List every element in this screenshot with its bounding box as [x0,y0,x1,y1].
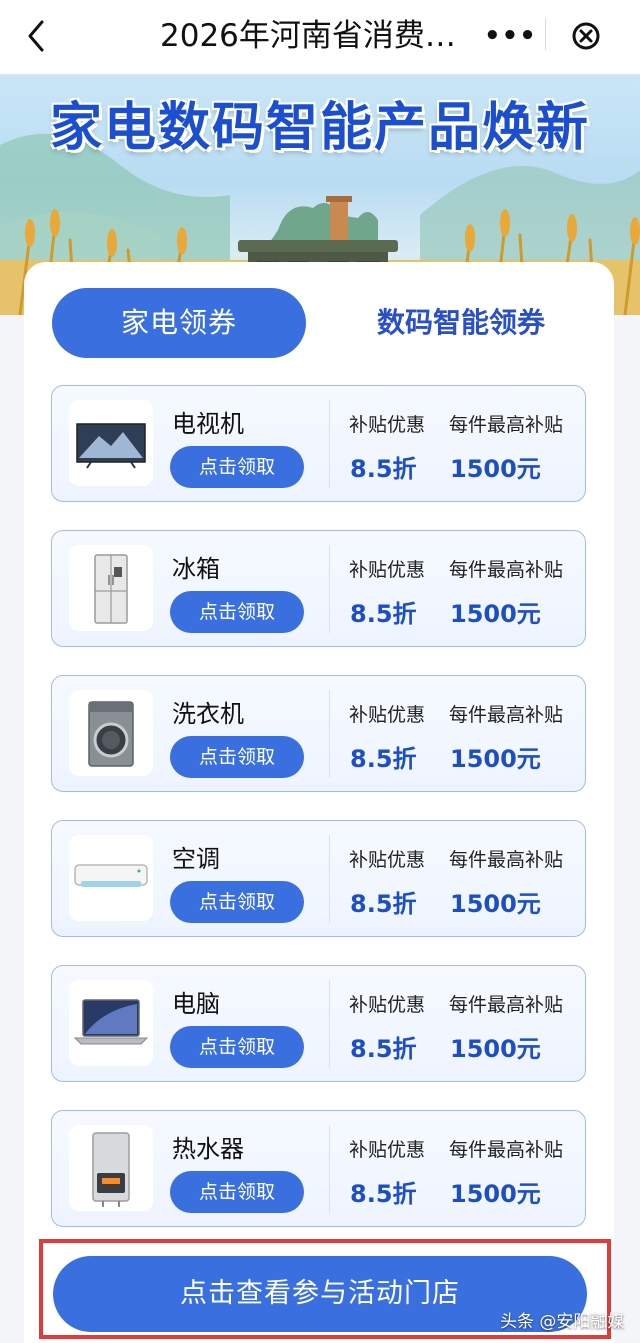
claim-button[interactable]: 点击领取 [170,881,304,923]
nav-divider [545,18,546,50]
product-item-fridge: 冰箱 点击领取 补贴优惠 每件最高补贴 8.5折 1500元 [51,530,586,647]
max-subsidy-label: 每件最高补贴 [449,559,564,581]
max-subsidy-label: 每件最高补贴 [449,704,564,726]
discount-value: 8.5折 [350,1035,417,1063]
claim-button[interactable]: 点击领取 [170,736,304,778]
discount-value: 8.5折 [350,600,417,628]
discount-label: 补贴优惠 [349,704,426,726]
claim-button[interactable]: 点击领取 [170,591,304,633]
max-subsidy-value: 1500元 [450,1035,541,1063]
max-subsidy-label: 每件最高补贴 [449,849,564,871]
watermark: 头条 @安阳融媒 [500,1312,625,1332]
max-subsidy-label: 每件最高补贴 [449,414,564,436]
product-name: 热水器 [172,1135,244,1163]
product-name: 冰箱 [172,555,220,583]
claim-button[interactable]: 点击领取 [170,1171,304,1213]
max-subsidy-label: 每件最高补贴 [449,994,564,1016]
discount-value: 8.5折 [350,455,417,483]
page-title: 2026年河南省消费… [160,18,456,54]
more-options-button[interactable]: ••• [484,14,536,58]
discount-value: 8.5折 [350,890,417,918]
max-subsidy-label: 每件最高补贴 [449,1139,564,1161]
max-subsidy-value: 1500元 [450,455,541,483]
product-item-laptop: 电脑 点击领取 补贴优惠 每件最高补贴 8.5折 1500元 [51,965,586,1082]
tab-digital-coupons[interactable]: 数码智能领券 [336,288,586,358]
max-subsidy-value: 1500元 [450,745,541,773]
product-name: 空调 [172,845,220,873]
claim-button[interactable]: 点击领取 [170,1026,304,1068]
max-subsidy-value: 1500元 [450,890,541,918]
discount-label: 补贴优惠 [349,1139,426,1161]
product-item-water-heater: 热水器 点击领取 补贴优惠 每件最高补贴 8.5折 1500元 [51,1110,586,1227]
discount-label: 补贴优惠 [349,414,426,436]
air-conditioner-icon [69,835,153,921]
discount-label: 补贴优惠 [349,849,426,871]
product-item-air-conditioner: 空调 点击领取 补贴优惠 每件最高补贴 8.5折 1500元 [51,820,586,937]
item-divider [329,400,330,488]
discount-label: 补贴优惠 [349,559,426,581]
product-name: 洗衣机 [172,700,244,728]
banner-title: 家电数码智能产品焕新 [49,98,590,158]
top-nav-bar: 2026年河南省消费… ••• [0,0,640,75]
discount-value: 8.5折 [350,745,417,773]
item-divider [329,545,330,633]
product-name: 电视机 [172,410,244,438]
chevron-left-icon[interactable] [18,14,58,58]
item-divider [329,835,330,923]
tv-icon [69,400,153,486]
item-divider [329,690,330,778]
product-item-tv: 电视机 点击领取 补贴优惠 每件最高补贴 8.5折 1500元 [51,385,586,502]
tab-appliance-coupons[interactable]: 家电领券 [52,288,306,358]
close-circle-icon[interactable] [568,18,604,54]
product-item-washing-machine: 洗衣机 点击领取 补贴优惠 每件最高补贴 8.5折 1500元 [51,675,586,792]
claim-button[interactable]: 点击领取 [170,446,304,488]
max-subsidy-value: 1500元 [450,1180,541,1208]
discount-value: 8.5折 [350,1180,417,1208]
item-divider [329,1125,330,1213]
coupon-card: 家电领券 数码智能领券 电视机 点击领取 补贴优惠 每件最高补贴 8.5折 15… [24,262,614,1343]
discount-label: 补贴优惠 [349,994,426,1016]
laptop-icon [69,980,153,1066]
max-subsidy-value: 1500元 [450,600,541,628]
fridge-icon [69,545,153,631]
water-heater-icon [69,1125,153,1211]
washing-machine-icon [69,690,153,776]
product-name: 电脑 [172,990,220,1018]
item-divider [329,980,330,1068]
